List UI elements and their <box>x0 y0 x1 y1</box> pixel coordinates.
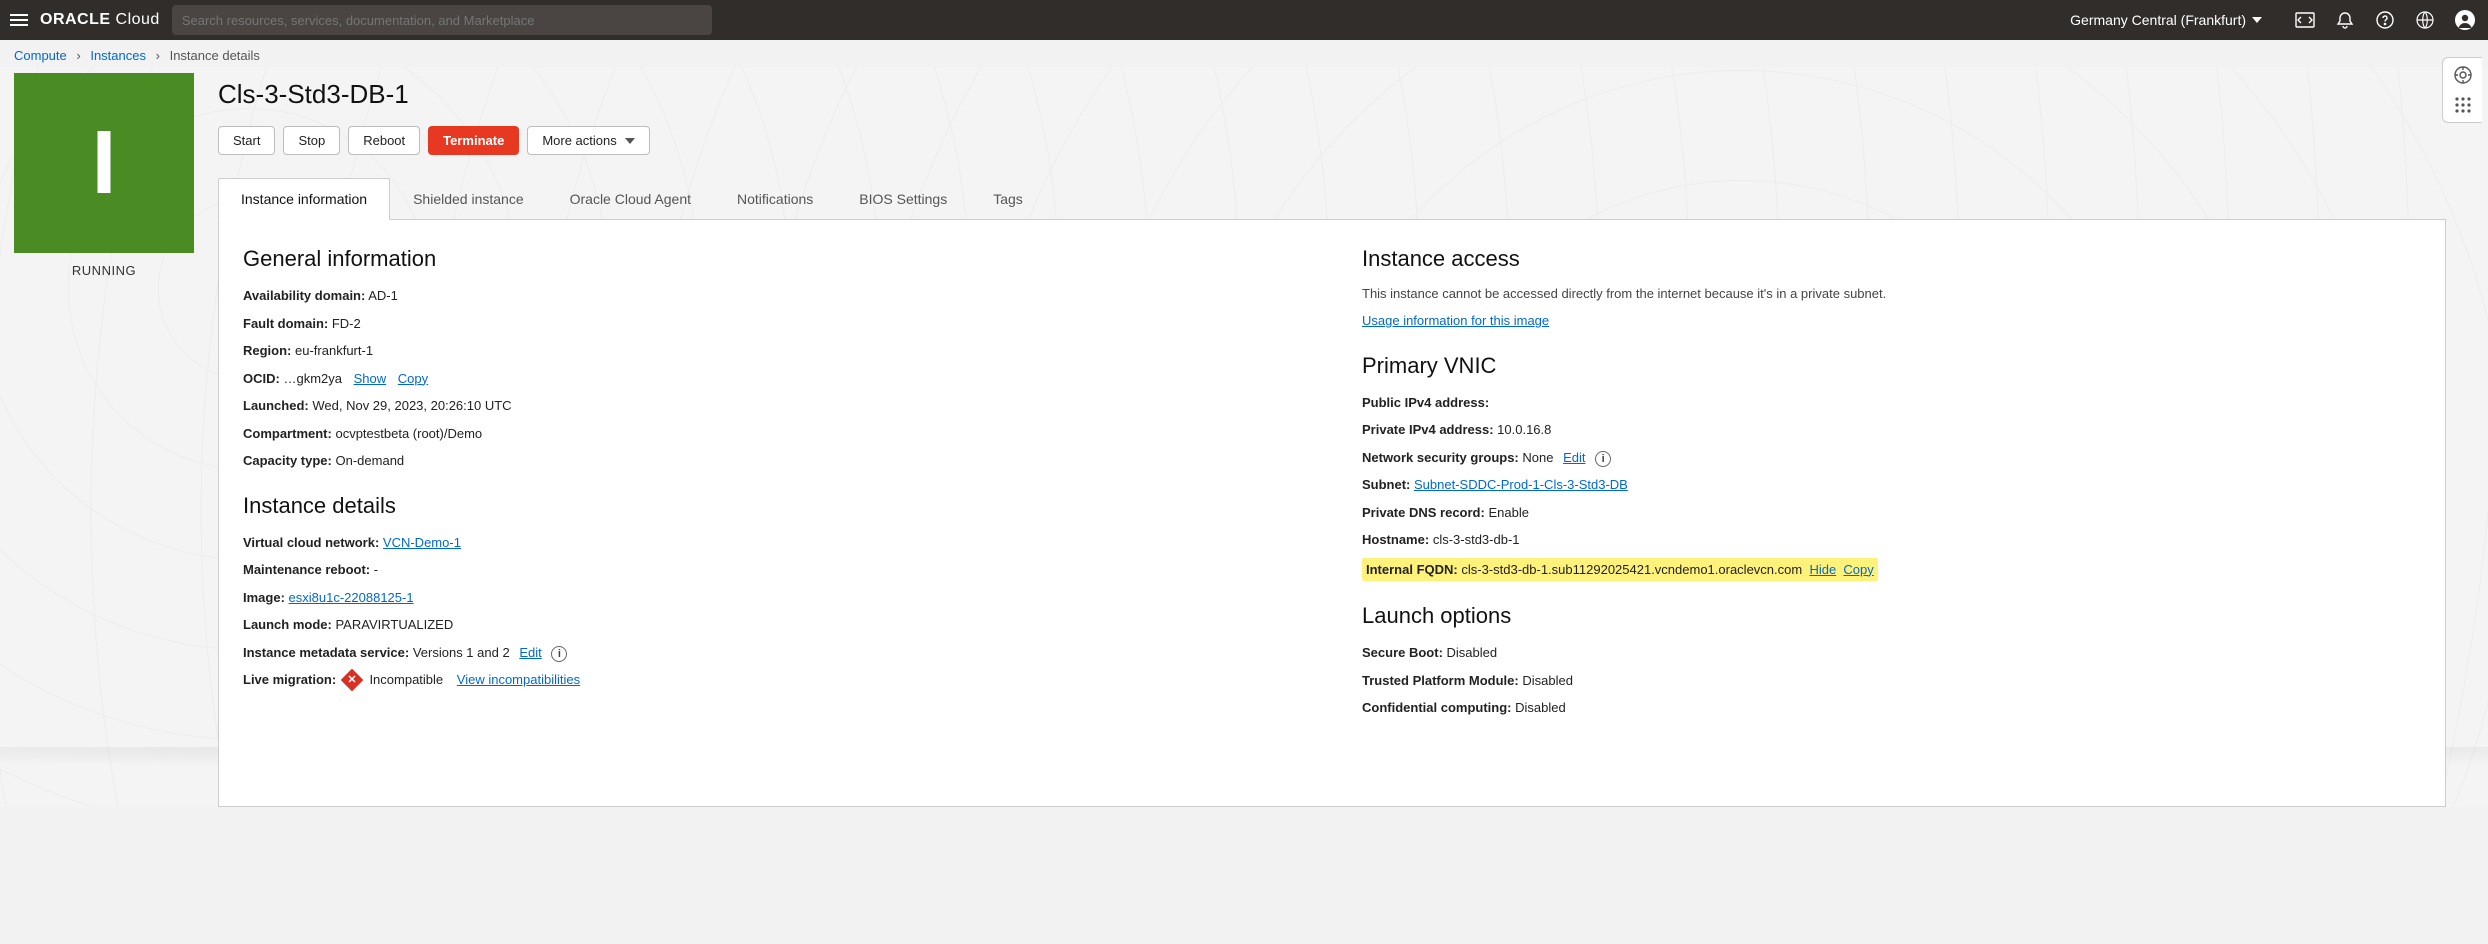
incompatible-icon <box>340 669 363 692</box>
fqdn-hide-link[interactable]: Hide <box>1809 562 1836 577</box>
instance-letter: I <box>91 112 116 215</box>
top-icon-group <box>2292 7 2478 33</box>
row-privip: Private IPv4 address: 10.0.16.8 <box>1362 420 2421 440</box>
row-fqdn: Internal FQDN: cls-3-std3-db-1.sub112920… <box>1362 558 2421 582</box>
vnic-heading: Primary VNIC <box>1362 353 2421 379</box>
row-vcn: Virtual cloud network: VCN-Demo-1 <box>243 533 1302 553</box>
row-fd: Fault domain: FD-2 <box>243 314 1302 334</box>
row-launched: Launched: Wed, Nov 29, 2023, 20:26:10 UT… <box>243 396 1302 416</box>
search-input[interactable] <box>182 13 702 28</box>
main-column: Cls-3-Std3-DB-1 Start Stop Reboot Termin… <box>218 73 2474 807</box>
access-heading: Instance access <box>1362 246 2421 272</box>
grid-icon[interactable] <box>2452 94 2474 116</box>
terminate-button[interactable]: Terminate <box>428 126 519 155</box>
row-maint: Maintenance reboot: - <box>243 560 1302 580</box>
start-button[interactable]: Start <box>218 126 275 155</box>
tab-shielded[interactable]: Shielded instance <box>390 178 547 220</box>
page-title: Cls-3-Std3-DB-1 <box>218 79 2446 110</box>
row-region: Region: eu-frankfurt-1 <box>243 341 1302 361</box>
instance-tile: I <box>14 73 194 253</box>
profile-icon[interactable] <box>2452 7 2478 33</box>
details-heading: Instance details <box>243 493 1302 519</box>
row-nsg: Network security groups: None Edit i <box>1362 448 2421 468</box>
tab-bar: Instance information Shielded instance O… <box>218 177 2446 220</box>
ocid-copy-link[interactable]: Copy <box>398 371 428 386</box>
reboot-button[interactable]: Reboot <box>348 126 420 155</box>
general-heading: General information <box>243 246 1302 272</box>
row-metadata: Instance metadata service: Versions 1 an… <box>243 643 1302 663</box>
row-compartment: Compartment: ocvptestbeta (root)/Demo <box>243 424 1302 444</box>
more-actions-label: More actions <box>542 133 616 148</box>
breadcrumb-current: Instance details <box>170 48 260 63</box>
breadcrumb-compute[interactable]: Compute <box>14 48 67 63</box>
row-subnet: Subnet: Subnet-SDDC-Prod-1-Cls-3-Std3-DB <box>1362 475 2421 495</box>
caret-down-icon <box>625 138 635 144</box>
row-tpm: Trusted Platform Module: Disabled <box>1362 671 2421 691</box>
action-bar: Start Stop Reboot Terminate More actions <box>218 126 2446 155</box>
tab-notifications[interactable]: Notifications <box>714 178 836 220</box>
vcn-link[interactable]: VCN-Demo-1 <box>383 535 461 550</box>
brand-light: Cloud <box>116 11 160 28</box>
row-ocid: OCID: …gkm2ya Show Copy <box>243 369 1302 389</box>
row-image: Image: esxi8u1c-22088125-1 <box>243 588 1302 608</box>
announcements-icon[interactable] <box>2332 7 2358 33</box>
usage-info-link[interactable]: Usage information for this image <box>1362 313 1549 328</box>
instance-status: RUNNING <box>14 263 194 278</box>
image-link[interactable]: esxi8u1c-22088125-1 <box>289 590 414 605</box>
tab-agent[interactable]: Oracle Cloud Agent <box>547 178 714 220</box>
row-dns: Private DNS record: Enable <box>1362 503 2421 523</box>
tab-tags[interactable]: Tags <box>970 178 1046 220</box>
row-ad: Availability domain: AD-1 <box>243 286 1302 306</box>
more-actions-button[interactable]: More actions <box>527 126 649 155</box>
info-panel: General information Availability domain:… <box>218 220 2446 807</box>
tab-instance-info[interactable]: Instance information <box>218 178 390 220</box>
launchopt-heading: Launch options <box>1362 603 2421 629</box>
brand-bold: ORACLE <box>40 11 111 28</box>
region-selector[interactable]: Germany Central (Frankfurt) <box>2070 12 2262 28</box>
instance-tile-column: I RUNNING <box>14 73 194 278</box>
brand: ORACLE Cloud <box>40 11 160 29</box>
fqdn-copy-link[interactable]: Copy <box>1843 562 1873 577</box>
info-icon[interactable]: i <box>1595 451 1611 467</box>
support-icon[interactable] <box>2452 64 2474 86</box>
right-dock <box>2442 57 2482 123</box>
global-search[interactable] <box>172 5 712 35</box>
region-label: Germany Central (Frankfurt) <box>2070 12 2246 28</box>
access-note: This instance cannot be accessed directl… <box>1362 286 2421 301</box>
breadcrumb: Compute Instances Instance details <box>0 40 2488 67</box>
row-pubip: Public IPv4 address: <box>1362 393 2421 413</box>
row-livemigration: Live migration: Incompatible View incomp… <box>243 670 1302 690</box>
row-launchmode: Launch mode: PARAVIRTUALIZED <box>243 615 1302 635</box>
stop-button[interactable]: Stop <box>283 126 340 155</box>
ocid-show-link[interactable]: Show <box>354 371 387 386</box>
row-confidential: Confidential computing: Disabled <box>1362 698 2421 718</box>
nav-menu-icon[interactable] <box>10 11 28 29</box>
view-incompat-link[interactable]: View incompatibilities <box>457 672 580 687</box>
row-hostname: Hostname: cls-3-std3-db-1 <box>1362 530 2421 550</box>
metadata-edit-link[interactable]: Edit <box>519 645 541 660</box>
chevron-down-icon <box>2252 17 2262 23</box>
info-icon[interactable]: i <box>551 646 567 662</box>
help-icon[interactable] <box>2372 7 2398 33</box>
row-secureboot: Secure Boot: Disabled <box>1362 643 2421 663</box>
tab-bios[interactable]: BIOS Settings <box>836 178 970 220</box>
subnet-link[interactable]: Subnet-SDDC-Prod-1-Cls-3-Std3-DB <box>1414 477 1628 492</box>
devtools-icon[interactable] <box>2292 7 2318 33</box>
globe-icon[interactable] <box>2412 7 2438 33</box>
row-capacity: Capacity type: On-demand <box>243 451 1302 471</box>
top-bar: ORACLE Cloud Germany Central (Frankfurt) <box>0 0 2488 40</box>
breadcrumb-instances[interactable]: Instances <box>90 48 146 63</box>
nsg-edit-link[interactable]: Edit <box>1563 450 1585 465</box>
